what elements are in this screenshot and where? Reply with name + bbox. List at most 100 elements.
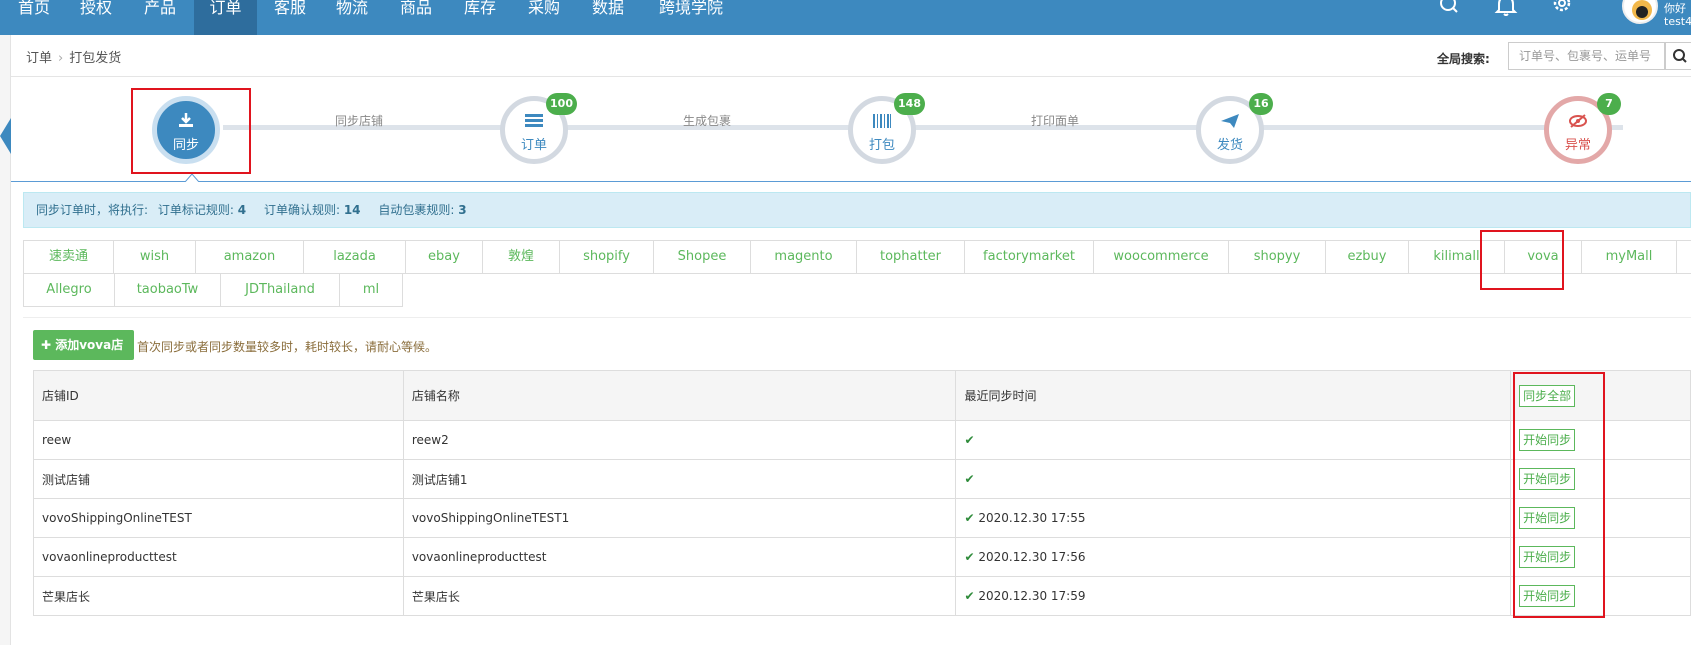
rule-package-count[interactable]: 3 [458,203,466,217]
tab-wish[interactable]: wish [113,240,196,274]
rule-package-label[interactable]: 自动包裹规则: [378,203,454,217]
check-icon: ✔ [964,589,975,603]
tab-allegro[interactable]: Allegro [23,273,115,307]
nav-label: 产品 [143,0,176,17]
tab-amazon[interactable]: amazon [195,240,304,274]
tab-factorymarket[interactable]: factorymarket [964,240,1094,274]
check-icon: ✔ [964,472,975,486]
rule-confirm-count[interactable]: 14 [344,203,361,217]
rule-confirm-label[interactable]: 订单确认规则: [264,203,340,217]
add-store-button[interactable]: ✚ 添加vova店铺 [33,330,134,382]
rule-mark-label[interactable]: 订单标记规则: [158,203,234,217]
nav-label: 跨境学院 [658,0,723,17]
step-badge: 148 [894,93,925,115]
breadcrumb-root[interactable]: 订单 [26,51,52,66]
tab-dhgate[interactable]: 敦煌 [482,240,560,274]
store-name-cell: vovaonlineproducttest [402,537,957,577]
sync-rules-info: 同步订单时，将执行: 订单标记规则: 4 订单确认规则: 14 自动包裹规则: … [23,192,1691,228]
tab-shopyy[interactable]: shopyy [1228,240,1326,274]
last-sync-time: 2020.12.30 17:56 [978,550,1086,564]
tab-jdthailand[interactable]: JDThailand [220,273,340,307]
tab-mc[interactable]: MC [1676,240,1691,274]
tab-aliexpress[interactable]: 速卖通 [23,240,114,274]
step-label: 订单 [520,138,547,153]
nav-item-logistics[interactable]: 物流 [322,0,382,35]
store-name-cell: 芒果店长 [402,576,957,616]
search-icon [1673,49,1687,63]
process-flow: 同步店铺 生成包裹 打印面单 同步 订单 100 打包 148 发货 16 异常… [11,78,1691,182]
global-search-input[interactable]: 订单号、包裹号、运单号 [1508,42,1665,70]
left-sidebar-collapsed [0,35,11,645]
store-name-cell: vovoShippingOnlineTEST1 [402,498,957,538]
table-row: reew reew2 ✔ 开始同步 [33,420,1691,460]
nav-label: 数据 [591,0,624,17]
tab-ebay[interactable]: ebay [405,240,483,274]
store-table: 店铺ID 店铺名称 最近同步时间 同步全部 reew reew2 ✔ 开始同步 … [33,370,1691,616]
rule-mark-count[interactable]: 4 [238,203,246,217]
nav-item-service[interactable]: 客服 [260,0,320,35]
list-icon [525,114,543,127]
tab-woocommerce[interactable]: woocommerce [1093,240,1229,274]
nav-item-goods[interactable]: 商品 [386,0,446,35]
nav-label: 首页 [17,0,50,17]
step-exception[interactable]: 异常 7 [1544,93,1621,164]
bell-icon[interactable] [1494,0,1518,18]
barcode-icon [873,114,891,128]
store-id-cell: reew [33,420,404,460]
tab-shopee[interactable]: Shopee [653,240,751,274]
nav-item-data[interactable]: 数据 [578,0,638,35]
sidebar-toggle-icon[interactable] [0,118,11,154]
tab-taobaotw[interactable]: taobaoTw [114,273,221,307]
nav-item-purchase[interactable]: 采购 [514,0,574,35]
nav-item-order[interactable]: 订单 [194,0,257,35]
tab-lazada[interactable]: lazada [303,240,406,274]
nav-label: 商品 [399,0,432,17]
nav-label: 物流 [335,0,368,17]
paper-plane-icon [1221,114,1239,128]
search-icon[interactable] [1436,0,1460,18]
flow-connector-label: 生成包裹 [683,114,732,128]
info-prefix: 同步订单时，将执行: [36,203,149,217]
step-order[interactable]: 订单 100 [500,93,577,164]
tab-tophatter[interactable]: tophatter [856,240,965,274]
gear-icon[interactable] [1550,0,1574,18]
nav-item-product[interactable]: 产品 [130,0,190,35]
check-icon: ✔ [964,433,975,447]
last-sync-cell: ✔ 2020.12.30 17:56 [955,537,1512,577]
nav-item-home[interactable]: 首页 [8,0,60,35]
avatar[interactable] [1622,0,1658,24]
nav-item-inventory[interactable]: 库存 [450,0,510,35]
step-ship[interactable]: 发货 16 [1196,93,1273,164]
last-sync-cell: ✔ 2020.12.30 17:59 [955,576,1512,616]
col-header-store-id: 店铺ID [33,370,404,421]
store-sync-panel: ✚ 添加vova店铺 首次同步或者同步数量较多时，耗时较长，请耐心等候。 店铺I… [23,317,1691,627]
table-row: vovaonlineproducttest vovaonlineproductt… [33,537,1691,577]
nav-label: 客服 [273,0,306,17]
check-icon: ✔ [964,550,975,564]
step-label: 打包 [868,138,895,153]
nav-label: 库存 [463,0,496,17]
tab-magento[interactable]: magento [750,240,857,274]
last-sync-cell: ✔ 2020.12.30 17:55 [955,498,1512,538]
tab-ml[interactable]: ml [339,273,403,307]
nav-item-academy[interactable]: 跨境学院 [648,0,734,35]
step-badge: 100 [546,93,577,115]
table-header-row: 店铺ID 店铺名称 最近同步时间 同步全部 [33,370,1691,421]
nav-item-auth[interactable]: 授权 [66,0,126,35]
col-header-store-name: 店铺名称 [402,370,957,421]
tab-shopify[interactable]: shopify [559,240,654,274]
tab-ezbuy[interactable]: ezbuy [1325,240,1409,274]
highlight-box-sync-step [131,88,251,174]
table-row: vovoShippingOnlineTEST vovoShippingOnlin… [33,498,1691,538]
tab-mymall[interactable]: myMall [1581,240,1677,274]
global-search-label: 全局搜索: [1437,52,1490,66]
store-name-cell: 测试店铺1 [402,459,957,499]
global-search-button[interactable] [1665,42,1691,70]
nav-label: 采购 [527,0,560,17]
user-name[interactable]: 你好 test4 [1664,2,1691,28]
step-label: 发货 [1216,138,1243,153]
last-sync-time: 2020.12.30 17:55 [978,511,1086,525]
nav-label: 订单 [209,0,242,17]
step-pack[interactable]: 打包 148 [848,93,925,164]
top-nav: 首页 授权 产品 订单 客服 物流 商品 库存 采购 数据 跨境学院 你好 te… [0,0,1691,35]
